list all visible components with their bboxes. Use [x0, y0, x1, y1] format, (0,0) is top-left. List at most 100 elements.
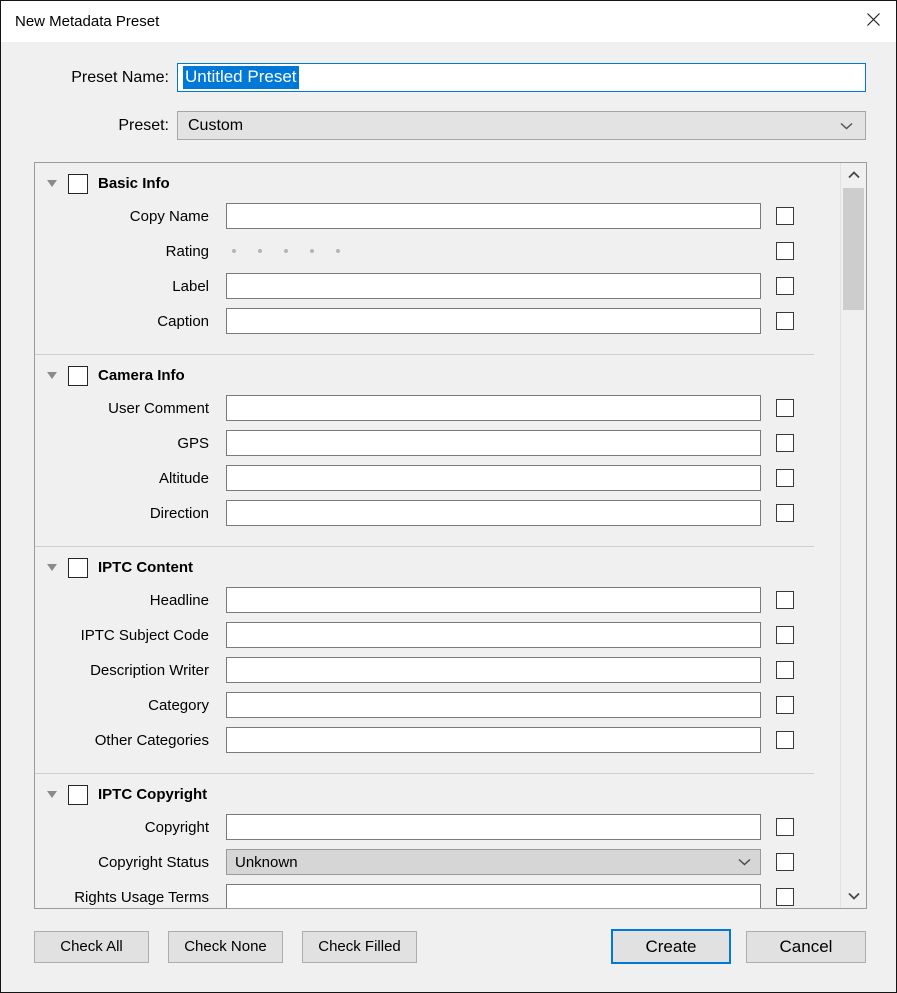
text-input[interactable]: [226, 692, 761, 718]
metadata-fields-panel: Basic Info Copy Name Rating Label Captio…: [34, 162, 867, 909]
row-checkbox[interactable]: [776, 434, 794, 452]
text-input[interactable]: [226, 727, 761, 753]
text-input[interactable]: [226, 430, 761, 456]
new-metadata-preset-dialog: New Metadata Preset Preset Name: Untitle…: [0, 0, 897, 993]
row-checkbox[interactable]: [776, 626, 794, 644]
text-input[interactable]: [226, 622, 761, 648]
scroll-down-button[interactable]: [841, 884, 866, 908]
row-field: [226, 657, 761, 683]
row-field: Unknown: [226, 849, 761, 875]
vertical-scrollbar[interactable]: [840, 163, 866, 908]
row-checkbox[interactable]: [776, 696, 794, 714]
disclosure-triangle-icon[interactable]: [47, 791, 57, 798]
preset-name-input[interactable]: Untitled Preset: [177, 63, 866, 92]
row-label: IPTC Subject Code: [35, 627, 209, 644]
text-input[interactable]: [226, 273, 761, 299]
check-filled-button[interactable]: Check Filled: [302, 931, 417, 963]
row-checkbox[interactable]: [776, 399, 794, 417]
disclosure-triangle-icon[interactable]: [47, 180, 57, 187]
dropdown-value: Unknown: [235, 854, 298, 871]
rating-dot-icon[interactable]: [284, 249, 288, 253]
section-rows: Copyright Copyright Status Unknown Right…: [35, 814, 840, 908]
field-row: Headline: [35, 587, 840, 613]
metadata-section: Camera Info User Comment GPS Altitude Di…: [35, 365, 840, 526]
row-label: Altitude: [35, 470, 209, 487]
row-checkbox[interactable]: [776, 731, 794, 749]
check-all-button[interactable]: Check All: [34, 931, 149, 963]
row-field: [226, 727, 761, 753]
row-field: [226, 238, 761, 264]
close-button[interactable]: [851, 1, 896, 42]
chevron-up-icon: [848, 166, 860, 184]
create-button[interactable]: Create: [611, 929, 731, 964]
text-input[interactable]: [226, 465, 761, 491]
rating-dot-icon[interactable]: [232, 249, 236, 253]
text-input[interactable]: [226, 587, 761, 613]
section-checkbox[interactable]: [68, 785, 88, 805]
rating-dot-icon[interactable]: [258, 249, 262, 253]
row-field: [226, 395, 761, 421]
text-input[interactable]: [226, 500, 761, 526]
row-checkbox[interactable]: [776, 469, 794, 487]
row-checkbox[interactable]: [776, 888, 794, 906]
text-input[interactable]: [226, 884, 761, 908]
text-input[interactable]: [226, 814, 761, 840]
row-label: Description Writer: [35, 662, 209, 679]
row-checkbox[interactable]: [776, 591, 794, 609]
row-field: [226, 622, 761, 648]
row-label: Rating: [35, 243, 209, 260]
metadata-section: IPTC Copyright Copyright Copyright Statu…: [35, 784, 840, 908]
chevron-down-icon: [848, 887, 860, 905]
field-row: IPTC Subject Code: [35, 622, 840, 648]
cancel-button[interactable]: Cancel: [746, 931, 866, 963]
close-icon: [865, 11, 882, 33]
preset-name-label: Preset Name:: [1, 69, 169, 87]
section-rows: Headline IPTC Subject Code Description W…: [35, 587, 840, 753]
row-checkbox[interactable]: [776, 504, 794, 522]
row-checkbox[interactable]: [776, 853, 794, 871]
preset-dropdown-value: Custom: [188, 117, 243, 135]
section-checkbox[interactable]: [68, 366, 88, 386]
row-label: GPS: [35, 435, 209, 452]
row-checkbox[interactable]: [776, 661, 794, 679]
field-row: Caption: [35, 308, 840, 334]
row-field: [226, 430, 761, 456]
row-checkbox[interactable]: [776, 277, 794, 295]
preset-label: Preset:: [1, 117, 169, 135]
section-header: Camera Info: [47, 365, 840, 386]
section-title: Camera Info: [98, 367, 185, 384]
rating-dots[interactable]: [226, 249, 340, 253]
field-row: Rating: [35, 238, 840, 264]
disclosure-triangle-icon[interactable]: [47, 372, 57, 379]
section-checkbox[interactable]: [68, 558, 88, 578]
preset-row: Preset: Custom: [1, 111, 866, 140]
section-checkbox[interactable]: [68, 174, 88, 194]
row-label: Rights Usage Terms: [35, 889, 209, 906]
dropdown-field[interactable]: Unknown: [226, 849, 761, 875]
text-input[interactable]: [226, 203, 761, 229]
section-header: IPTC Copyright: [47, 784, 840, 805]
metadata-section: IPTC Content Headline IPTC Subject Code …: [35, 557, 840, 753]
row-label: Copy Name: [35, 208, 209, 225]
field-row: Copy Name: [35, 203, 840, 229]
text-input[interactable]: [226, 308, 761, 334]
row-checkbox[interactable]: [776, 312, 794, 330]
row-checkbox[interactable]: [776, 242, 794, 260]
text-input[interactable]: [226, 657, 761, 683]
field-row: Label: [35, 273, 840, 299]
rating-dot-icon[interactable]: [310, 249, 314, 253]
section-rows: User Comment GPS Altitude Direction: [35, 395, 840, 526]
disclosure-triangle-icon[interactable]: [47, 564, 57, 571]
preset-name-selected-text: Untitled Preset: [183, 66, 299, 89]
preset-dropdown[interactable]: Custom: [177, 111, 866, 140]
scrollbar-thumb[interactable]: [843, 188, 864, 310]
row-checkbox[interactable]: [776, 207, 794, 225]
text-input[interactable]: [226, 395, 761, 421]
row-checkbox[interactable]: [776, 818, 794, 836]
rating-dot-icon[interactable]: [336, 249, 340, 253]
row-label: Direction: [35, 505, 209, 522]
field-row: Category: [35, 692, 840, 718]
scroll-up-button[interactable]: [841, 163, 866, 187]
row-label: Category: [35, 697, 209, 714]
check-none-button[interactable]: Check None: [168, 931, 283, 963]
